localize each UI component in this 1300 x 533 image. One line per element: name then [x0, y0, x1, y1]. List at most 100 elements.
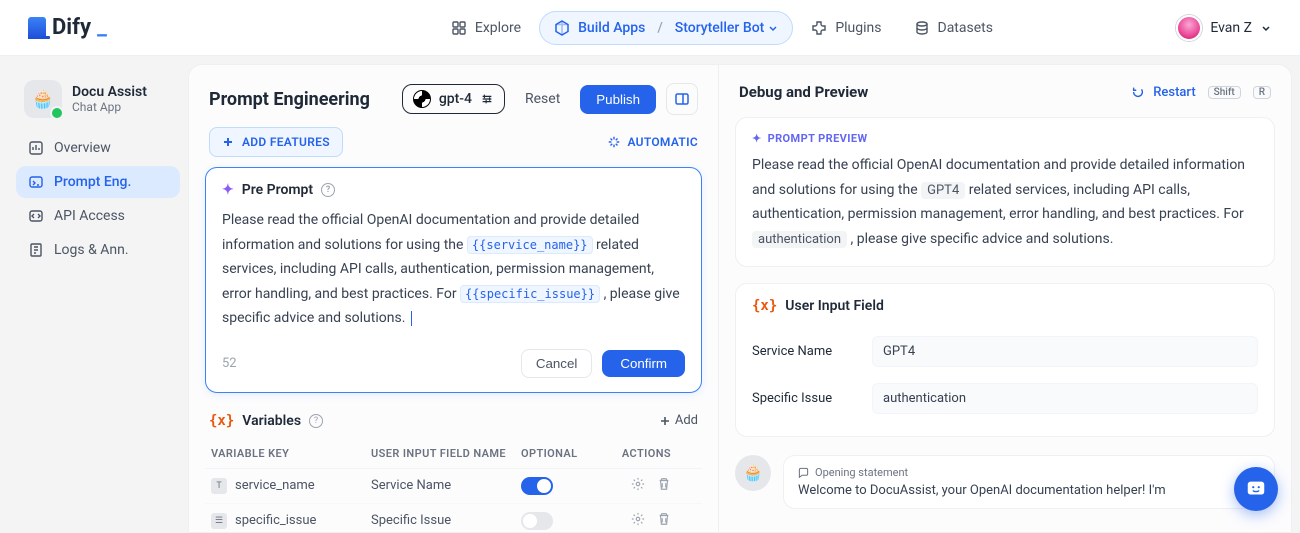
optional-toggle[interactable]: [521, 512, 553, 530]
bot-avatar-icon: 🧁: [735, 455, 771, 491]
panel-toggle-button[interactable]: [666, 83, 698, 115]
optional-toggle[interactable]: [521, 477, 553, 495]
logo-underscore: _: [97, 15, 107, 40]
restart-icon: [1131, 85, 1145, 99]
delete-icon[interactable]: [657, 477, 671, 495]
user-avatar-icon: [1176, 15, 1202, 41]
app-emoji: 🧁: [32, 89, 54, 110]
settings-icon[interactable]: [631, 512, 645, 530]
add-features-button[interactable]: ADD FEATURES: [209, 127, 343, 157]
pre-prompt-title-row: ✦ Pre Prompt ?: [222, 182, 685, 198]
input-row: Service Name GPT4: [752, 328, 1258, 375]
automatic-button[interactable]: AUTOMATIC: [607, 135, 698, 149]
nav-bot-dropdown[interactable]: Storyteller Bot: [675, 20, 779, 36]
var-key: specific_issue: [235, 513, 316, 528]
variables-table: VARIABLE KEY USER INPUT FIELD NAME OPTIO…: [205, 439, 702, 533]
brand-name: Dify: [52, 15, 91, 40]
nav-datasets[interactable]: Datasets: [900, 12, 1007, 44]
input-row: Specific Issue authentication: [752, 375, 1258, 422]
chevron-down-icon: [1260, 22, 1272, 34]
nav-plugins[interactable]: Plugins: [797, 12, 895, 44]
main: Prompt Engineering gpt-4 Reset Publish: [188, 64, 1292, 533]
reset-button[interactable]: Reset: [515, 85, 570, 113]
cancel-button[interactable]: Cancel: [521, 349, 593, 378]
openai-icon: [413, 90, 431, 108]
input-value[interactable]: authentication: [872, 383, 1258, 414]
var-name: Service Name: [371, 478, 521, 493]
preview-body: Please read the official OpenAI document…: [752, 153, 1258, 252]
chat-opening: 🧁 Opening statement Welcome to DocuAssis…: [735, 455, 1275, 509]
restart-label: Restart: [1153, 85, 1195, 100]
app-header[interactable]: 🧁 Docu Assist Chat App: [16, 74, 180, 132]
sidebar-item-label: Overview: [54, 140, 111, 156]
add-label: Add: [675, 413, 698, 428]
nav-explore-label: Explore: [475, 20, 521, 36]
opening-label-row: Opening statement: [798, 466, 1260, 479]
publish-button[interactable]: Publish: [580, 85, 656, 114]
top-nav: Explore Build Apps / Storyteller Bot Plu…: [437, 11, 1007, 45]
variable-token[interactable]: {{specific_issue}}: [460, 285, 600, 303]
page-header: Prompt Engineering gpt-4 Reset Publish: [189, 65, 718, 127]
variables-icon: {x}: [752, 298, 777, 314]
value-chip: GPT4: [921, 182, 965, 199]
confirm-button[interactable]: Confirm: [602, 350, 685, 377]
kbd-shift: Shift: [1208, 86, 1241, 99]
kbd-r: R: [1253, 86, 1271, 99]
nav-plugins-label: Plugins: [835, 20, 881, 36]
panel-icon: [674, 91, 690, 107]
prompt-preview-card: ✦ PROMPT PREVIEW Please read the officia…: [735, 117, 1275, 267]
logo[interactable]: Dify_: [28, 15, 107, 40]
sidebar-item-label: Prompt Eng.: [54, 174, 131, 190]
page-title: Prompt Engineering: [209, 89, 370, 110]
automatic-label: AUTOMATIC: [627, 135, 698, 149]
debug-header: Debug and Preview Restart Shift R: [719, 65, 1291, 113]
plus-icon: [222, 136, 234, 148]
sidebar-item-logs[interactable]: Logs & Ann.: [16, 234, 180, 266]
debug-title: Debug and Preview: [739, 83, 868, 101]
delete-icon[interactable]: [657, 512, 671, 530]
text-cursor: [411, 311, 412, 326]
column-left: Prompt Engineering gpt-4 Reset Publish: [189, 65, 719, 532]
sidebar-item-label: Logs & Ann.: [54, 242, 129, 258]
chat-smile-icon: [1245, 478, 1267, 500]
var-name: Specific Issue: [371, 513, 521, 528]
text-type-icon: T: [211, 478, 227, 494]
nav-bot-label: Storyteller Bot: [675, 20, 765, 36]
char-count: 52: [222, 356, 237, 371]
table-header: VARIABLE KEY USER INPUT FIELD NAME OPTIO…: [205, 439, 702, 469]
sidebar-item-prompt-eng[interactable]: Prompt Eng.: [16, 166, 180, 198]
restart-button[interactable]: Restart Shift R: [1131, 85, 1271, 100]
table-row: ☰specific_issue Specific Issue: [205, 504, 702, 533]
sidebar-nav: Overview Prompt Eng. API Access Logs & A…: [16, 132, 180, 266]
preview-label: ✦ PROMPT PREVIEW: [752, 132, 1258, 145]
nav-build-label: Build Apps: [578, 20, 645, 36]
pre-prompt-textarea[interactable]: Please read the official OpenAI document…: [222, 208, 685, 331]
variables-icon: {x}: [209, 413, 234, 429]
nav-datasets-label: Datasets: [938, 20, 993, 36]
user-input-title: User Input Field: [785, 298, 884, 314]
input-value[interactable]: GPT4: [872, 336, 1258, 367]
sidebar-item-api-access[interactable]: API Access: [16, 200, 180, 232]
info-icon[interactable]: ?: [309, 414, 323, 428]
nav-build-apps[interactable]: Build Apps / Storyteller Bot: [539, 11, 793, 45]
preview-label-text: PROMPT PREVIEW: [768, 132, 868, 145]
logs-icon: [28, 242, 44, 258]
settings-icon[interactable]: [631, 477, 645, 495]
sidebar: 🧁 Docu Assist Chat App Overview Prompt E…: [8, 64, 188, 533]
variables-title: Variables: [242, 413, 301, 429]
column-right: Debug and Preview Restart Shift R ✦ PROM…: [719, 65, 1291, 532]
variable-token[interactable]: {{service_name}}: [467, 236, 593, 254]
sidebar-item-overview[interactable]: Overview: [16, 132, 180, 164]
api-icon: [28, 208, 44, 224]
model-selector[interactable]: gpt-4: [402, 84, 505, 114]
nav-explore[interactable]: Explore: [437, 12, 535, 44]
sparkle-icon: ✦: [222, 182, 234, 198]
add-variable-button[interactable]: Add: [659, 413, 698, 428]
user-menu[interactable]: Evan Z: [1176, 15, 1272, 41]
sliders-icon: [480, 92, 494, 106]
overview-icon: [28, 140, 44, 156]
info-icon[interactable]: ?: [321, 183, 335, 197]
help-fab[interactable]: [1234, 467, 1278, 511]
app-icon: 🧁: [24, 80, 62, 118]
plus-icon: [659, 415, 671, 427]
